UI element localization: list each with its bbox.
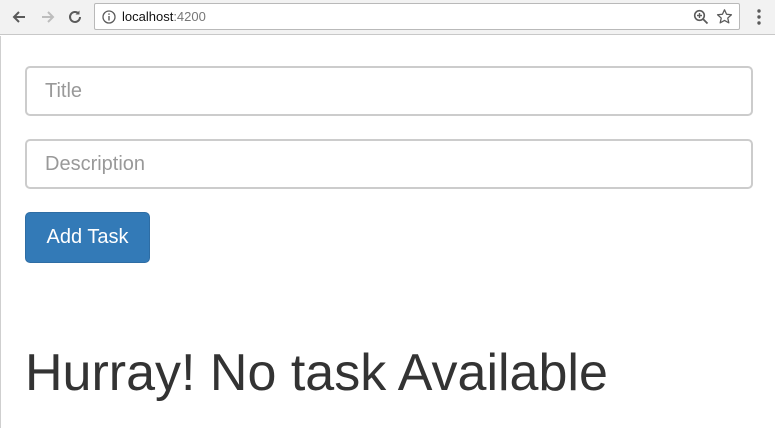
title-input[interactable] xyxy=(25,66,753,116)
empty-state-message: Hurray! No task Available xyxy=(25,344,608,402)
forward-button[interactable] xyxy=(37,6,59,28)
reload-button[interactable] xyxy=(64,6,86,28)
page-content: Add Task Hurray! No task Available xyxy=(0,36,775,428)
forward-arrow-icon xyxy=(42,11,55,23)
back-arrow-icon xyxy=(12,11,25,23)
url-host: localhost xyxy=(122,9,174,24)
url-port: :4200 xyxy=(173,9,206,24)
add-task-button[interactable]: Add Task xyxy=(25,212,150,263)
url-text[interactable]: localhost:4200 xyxy=(122,9,206,25)
info-icon[interactable] xyxy=(102,10,116,24)
description-input[interactable] xyxy=(25,139,753,189)
address-bar[interactable]: localhost:4200 xyxy=(94,3,740,30)
zoom-icon[interactable] xyxy=(693,9,709,25)
kebab-menu-icon[interactable] xyxy=(752,8,766,26)
star-icon[interactable] xyxy=(716,8,733,25)
browser-toolbar: localhost:4200 xyxy=(0,0,775,35)
reload-icon xyxy=(69,10,81,23)
back-button[interactable] xyxy=(8,6,30,28)
